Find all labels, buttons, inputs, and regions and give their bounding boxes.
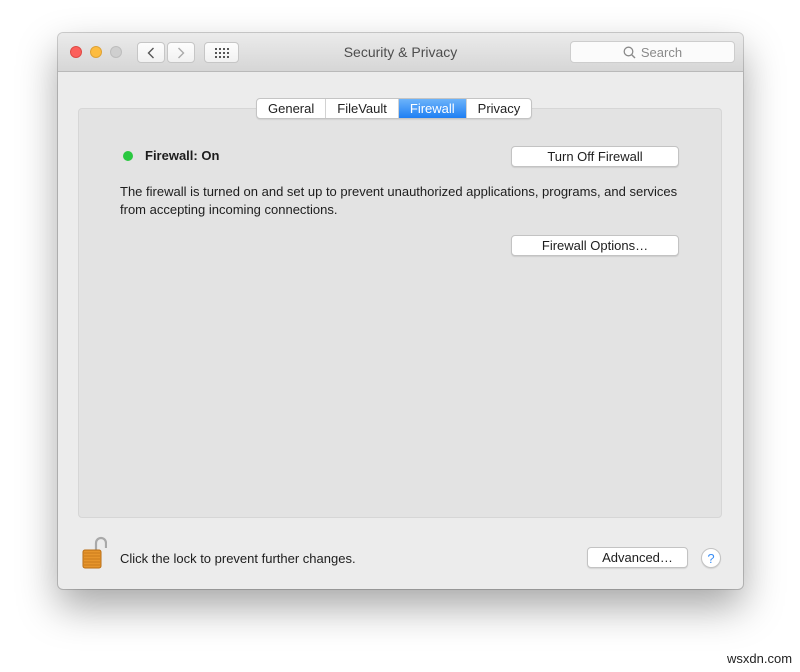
watermark: wsxdn.com — [727, 651, 793, 666]
firewall-status-label: Firewall: On — [145, 148, 220, 163]
firewall-description: The firewall is turned on and set up to … — [120, 184, 678, 217]
tab-filevault[interactable]: FileVault — [326, 99, 399, 118]
question-mark-icon: ? — [707, 550, 715, 566]
tab-bar: General FileVault Firewall Privacy — [256, 98, 533, 119]
help-button[interactable]: ? — [701, 548, 721, 568]
tab-general[interactable]: General — [257, 99, 327, 118]
search-icon — [623, 46, 636, 58]
title-bar[interactable]: Security & Privacy Search — [58, 33, 743, 72]
tab-privacy[interactable]: Privacy — [467, 99, 532, 118]
tab-firewall[interactable]: Firewall — [398, 99, 467, 118]
firewall-options-button[interactable]: Firewall Options… — [511, 235, 679, 256]
search-placeholder: Search — [640, 44, 683, 60]
firewall-panel — [78, 108, 722, 518]
advanced-button[interactable]: Advanced… — [587, 547, 688, 568]
unlocked-padlock-icon — [82, 536, 108, 569]
security-privacy-window: Security & Privacy Search General FileVa… — [58, 33, 743, 589]
search-field[interactable]: Search — [570, 41, 735, 63]
turn-off-firewall-button[interactable]: Turn Off Firewall — [511, 146, 679, 167]
lock-button[interactable] — [81, 536, 108, 575]
lock-instruction: Click the lock to prevent further change… — [120, 551, 356, 566]
firewall-status-indicator — [123, 151, 133, 161]
